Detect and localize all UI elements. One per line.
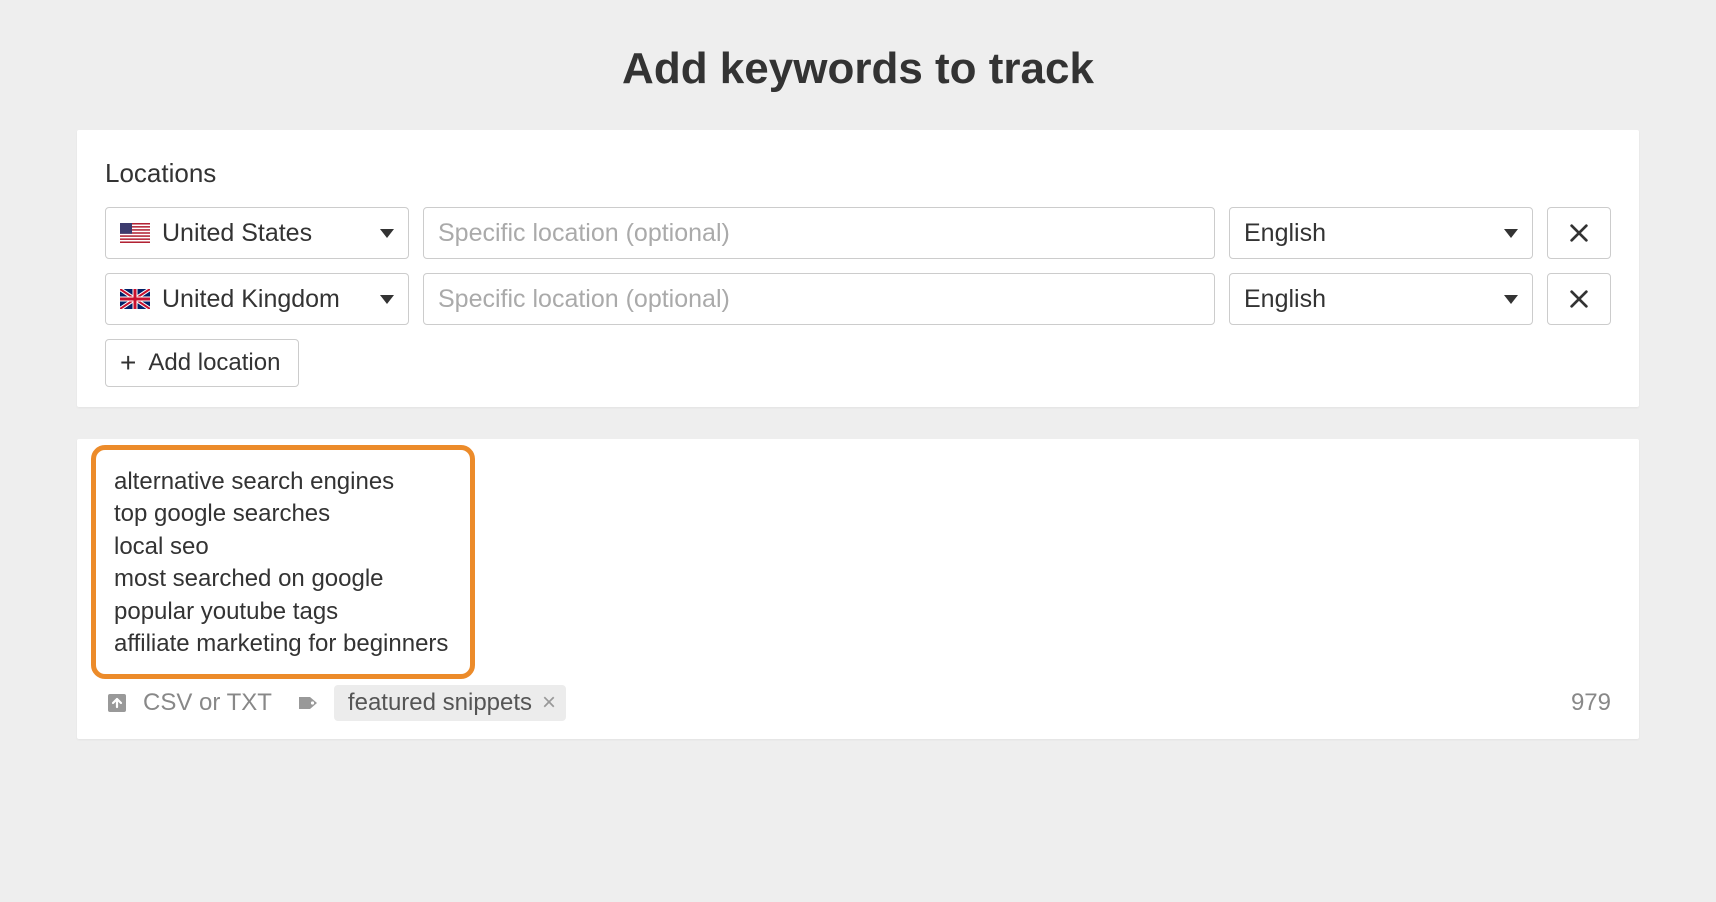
add-location-button[interactable]: + Add location <box>105 339 299 387</box>
language-select[interactable]: English <box>1229 207 1533 259</box>
tag-chip[interactable]: featured snippets × <box>334 685 566 721</box>
country-label: United Kingdom <box>162 285 340 314</box>
keywords-footer: CSV or TXT featured snippets × 979 <box>77 671 1639 739</box>
close-icon <box>1568 288 1590 310</box>
close-icon <box>1568 222 1590 244</box>
chevron-down-icon <box>1504 295 1518 304</box>
locations-card: Locations United States English <box>77 130 1639 407</box>
keyword-line: most searched on google <box>114 563 448 595</box>
remove-location-button[interactable] <box>1547 273 1611 325</box>
upload-hint[interactable]: CSV or TXT <box>143 689 272 717</box>
country-select[interactable]: United Kingdom <box>105 273 409 325</box>
locations-label: Locations <box>105 158 1611 189</box>
flag-uk-icon <box>120 289 150 309</box>
flag-us-icon <box>120 223 150 243</box>
remove-location-button[interactable] <box>1547 207 1611 259</box>
chevron-down-icon <box>380 229 394 238</box>
keyword-line: affiliate marketing for beginners <box>114 628 448 660</box>
language-label: English <box>1244 285 1326 314</box>
specific-location-input[interactable] <box>438 208 1200 258</box>
chevron-down-icon <box>380 295 394 304</box>
language-select[interactable]: English <box>1229 273 1533 325</box>
location-row: United States English <box>105 207 1611 259</box>
keyword-counter: 979 <box>1571 689 1611 717</box>
upload-icon[interactable] <box>105 691 129 715</box>
tag-label: featured snippets <box>348 689 532 717</box>
keyword-line: local seo <box>114 531 448 563</box>
country-label: United States <box>162 219 312 248</box>
keyword-line: top google searches <box>114 498 448 530</box>
country-select[interactable]: United States <box>105 207 409 259</box>
chevron-down-icon <box>1504 229 1518 238</box>
specific-location-input[interactable] <box>438 274 1200 324</box>
keywords-card: alternative search engines top google se… <box>77 439 1639 739</box>
tag-remove-icon[interactable]: × <box>542 689 556 717</box>
language-label: English <box>1244 219 1326 248</box>
page-title: Add keywords to track <box>0 0 1716 130</box>
add-location-label: Add location <box>148 349 280 377</box>
keywords-textarea[interactable]: alternative search engines top google se… <box>91 445 475 679</box>
specific-location-input-wrap <box>423 207 1215 259</box>
tag-icon[interactable] <box>296 691 320 715</box>
keyword-line: popular youtube tags <box>114 596 448 628</box>
location-row: United Kingdom English <box>105 273 1611 325</box>
keyword-line: alternative search engines <box>114 466 448 498</box>
plus-icon: + <box>120 349 136 377</box>
specific-location-input-wrap <box>423 273 1215 325</box>
